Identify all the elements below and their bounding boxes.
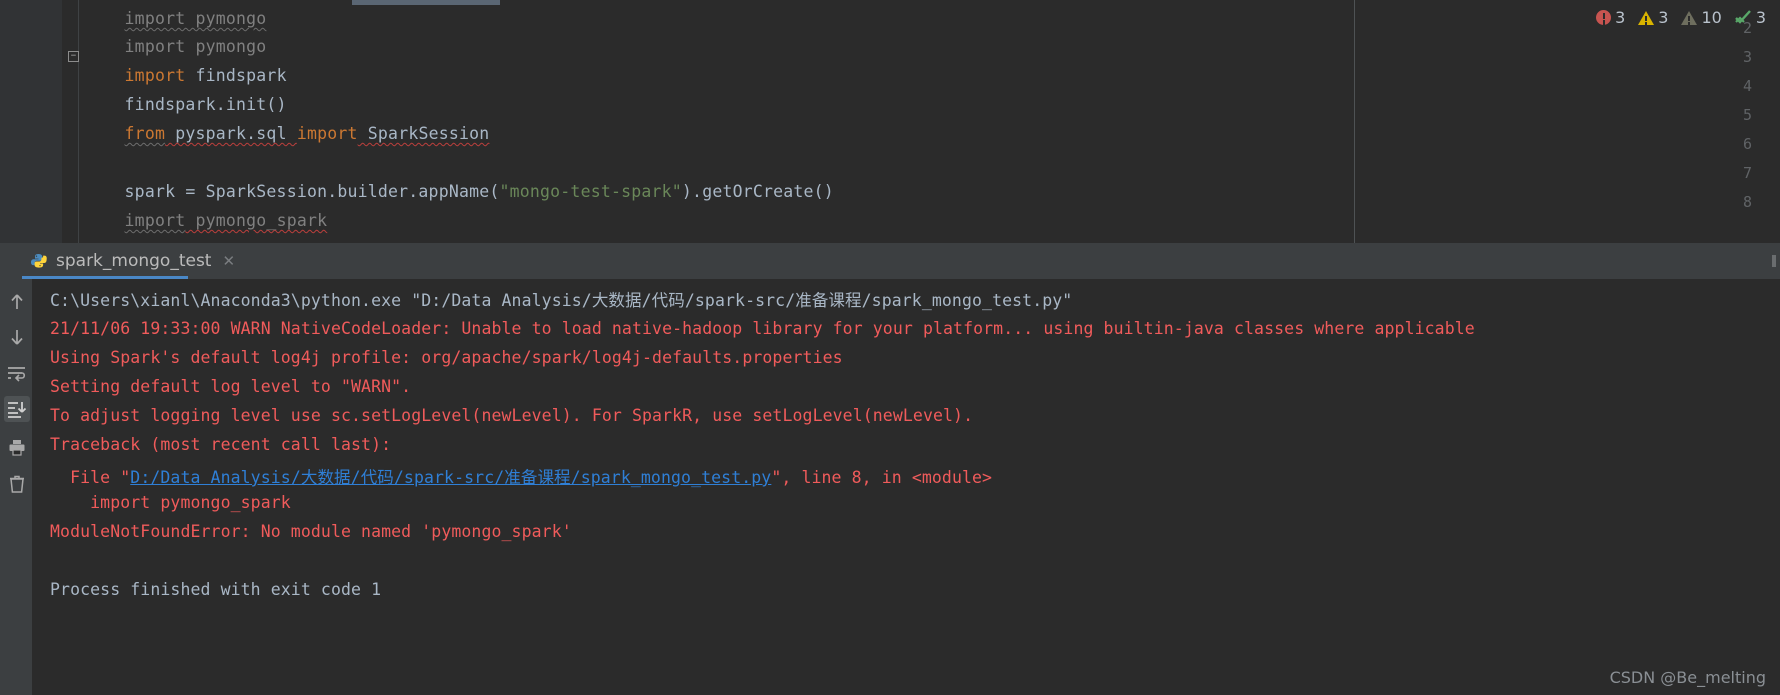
code-keyword: import	[124, 211, 186, 230]
code-editor[interactable]: 2 3 4 5 6 7 8 − import pymongo import py…	[0, 0, 1780, 243]
error-count: 3	[1615, 8, 1626, 27]
close-icon[interactable]: ✕	[222, 252, 235, 270]
code-line-8[interactable]: import pymongo_spark	[84, 192, 327, 243]
console-output[interactable]: C:\Users\xianl\Anaconda3\python.exe "D:/…	[32, 279, 1780, 695]
editor-gutter	[0, 0, 62, 243]
line-number: 7	[1742, 164, 1752, 182]
line-number: 4	[1742, 77, 1752, 95]
selection-highlight	[352, 0, 500, 5]
scroll-to-end-button[interactable]	[4, 396, 30, 422]
panel-options-icon[interactable]	[1772, 255, 1776, 267]
console-file-suffix: ", line 8, in <module>	[771, 468, 993, 487]
code-fold-marker[interactable]: −	[68, 51, 79, 62]
warning-count: 3	[1658, 8, 1669, 27]
code-keyword: from	[124, 124, 166, 143]
clear-all-icon[interactable]	[4, 471, 30, 497]
indent-guide	[78, 0, 79, 243]
console-line-error: ModuleNotFoundError: No module named 'py…	[50, 522, 572, 541]
code-token: pyspark.sql	[165, 124, 297, 143]
code-keyword: import	[296, 124, 358, 143]
run-tabbar: spark_mongo_test ✕	[0, 243, 1780, 279]
ok-count: 3	[1755, 8, 1766, 27]
line-number: 5	[1742, 106, 1752, 124]
inspection-weak-warnings[interactable]: 10	[1681, 8, 1722, 27]
code-line-5[interactable]: from pyspark.sql import SparkSession	[84, 105, 490, 162]
console-file-prefix: File "	[50, 468, 131, 487]
error-icon	[1596, 10, 1612, 25]
python-file-icon	[30, 253, 47, 270]
console-line-warn-native: 21/11/06 19:33:00 WARN NativeCodeLoader:…	[50, 319, 1475, 338]
inspection-warnings[interactable]: 3	[1638, 8, 1668, 27]
code-string: "mongo-test-spark"	[499, 182, 682, 201]
watermark: CSDN @Be_melting	[1609, 668, 1766, 687]
weak-warning-count: 10	[1701, 8, 1722, 27]
code-token: pymongo_spark	[185, 211, 328, 230]
console-line-traceback: Traceback (most recent call last):	[50, 435, 392, 454]
line-number: 3	[1742, 48, 1752, 66]
console-line-adjust: To adjust logging level use sc.setLogLev…	[50, 406, 974, 425]
scroll-up-button[interactable]	[4, 289, 30, 315]
console-toolbar	[0, 279, 32, 695]
code-token: ).getOrCreate()	[681, 182, 834, 201]
inspection-ok[interactable]: 3	[1734, 8, 1766, 27]
line-number: 6	[1742, 135, 1752, 153]
weak-warning-icon	[1681, 10, 1698, 25]
soft-wrap-button[interactable]	[4, 361, 30, 387]
tab-spark-mongo-test[interactable]: spark_mongo_test ✕	[22, 243, 245, 279]
scroll-down-button[interactable]	[4, 324, 30, 350]
console-line-process: Process finished with exit code 1	[50, 580, 382, 599]
inspection-errors[interactable]: 3	[1596, 8, 1625, 27]
console-line-command: C:\Users\xianl\Anaconda3\python.exe "D:/…	[50, 291, 1073, 310]
warning-icon	[1638, 10, 1655, 25]
line-number: 8	[1742, 193, 1752, 211]
console-line-loglevel: Setting default log level to "WARN".	[50, 377, 412, 396]
checkmark-icon	[1734, 10, 1752, 25]
print-icon[interactable]	[4, 434, 30, 460]
run-tool-window: spark_mongo_test ✕ C:\Users\xianl\Anacon…	[0, 243, 1780, 695]
file-path-link[interactable]: D:/Data Analysis/大数据/代码/spark-src/准备课程/s…	[130, 468, 771, 487]
console-line-import: import pymongo_spark	[50, 493, 291, 512]
code-token: SparkSession	[357, 124, 490, 143]
console-line-file[interactable]: File "D:/Data Analysis/大数据/代码/spark-src/…	[50, 464, 992, 488]
editor-vertical-rule	[1354, 0, 1355, 243]
inspection-widget[interactable]: 3 3 10 3	[1587, 8, 1766, 27]
tab-label: spark_mongo_test	[56, 251, 212, 271]
console-line-log4j: Using Spark's default log4j profile: org…	[50, 348, 843, 367]
